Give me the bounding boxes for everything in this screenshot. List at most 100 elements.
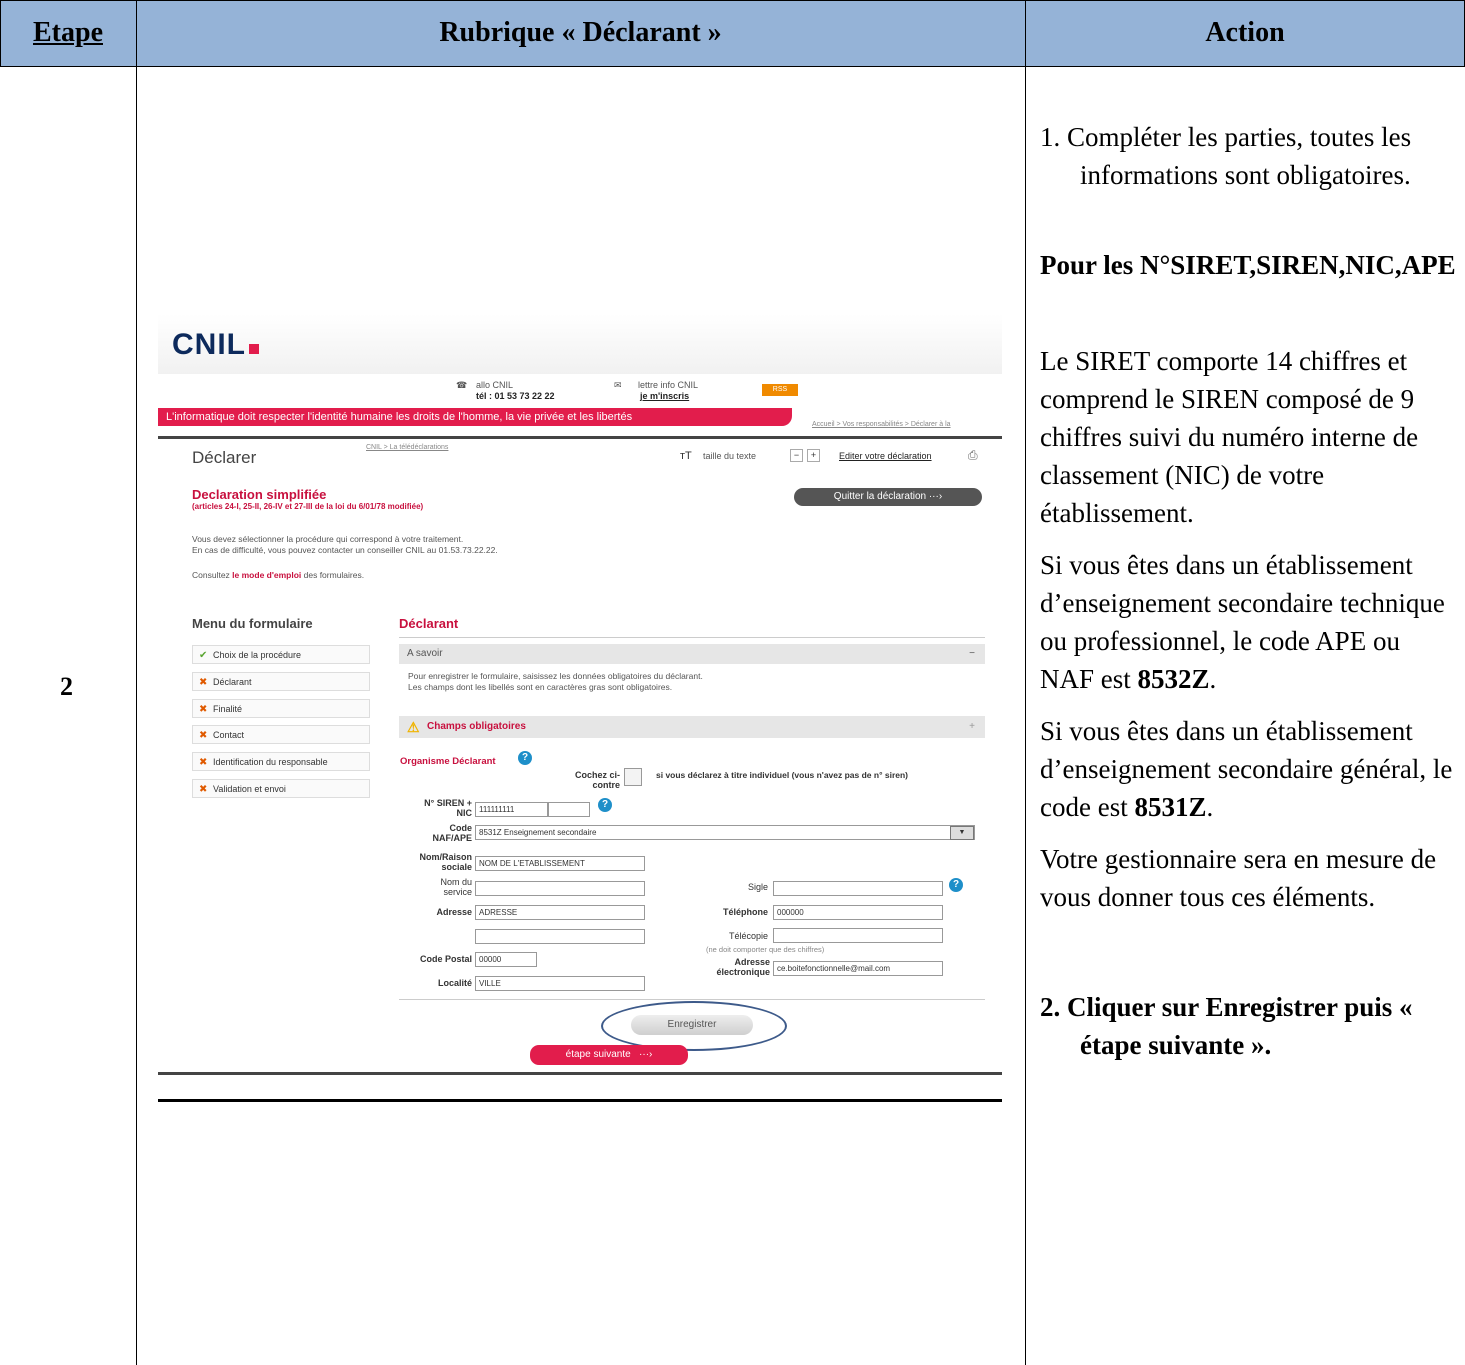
section-title: Déclarant	[399, 616, 459, 631]
siren-input[interactable]: 111111111	[475, 802, 548, 817]
champs-obligatoires-bar[interactable]: ⚠ Champs obligatoires +	[399, 716, 985, 738]
adresse-label: Adresse	[436, 907, 472, 917]
col-divider-1	[136, 0, 137, 1365]
chevron-down-icon[interactable]: ▼	[950, 826, 974, 840]
print-icon[interactable]: ⎙	[968, 448, 978, 463]
action-general-paragraph: Si vous êtes dans un établissement d’ens…	[1040, 716, 1453, 822]
help-icon[interactable]: ?	[518, 751, 532, 765]
info-line-1: Pour enregistrer le formulaire, saisisse…	[408, 671, 703, 681]
a-savoir-bar[interactable]: A savoir −	[399, 644, 985, 664]
table-top-border	[0, 0, 1465, 1]
ville-input[interactable]: VILLE	[475, 976, 645, 991]
text-size-label: taille du texte	[703, 451, 757, 461]
email-input[interactable]: ce.boitefonctionnelle@mail.com	[773, 961, 943, 976]
cp-label: Code Postal	[419, 954, 472, 964]
sigle-input[interactable]	[773, 881, 943, 896]
text-size-icon: ᴛT	[680, 450, 692, 462]
fax-input[interactable]	[773, 928, 943, 943]
sigle-label: Sigle	[747, 882, 768, 892]
nom-input[interactable]: NOM DE L'ETABLISSEMENT	[475, 856, 645, 871]
section-divider	[399, 637, 985, 638]
save-button[interactable]: Enregistrer	[631, 1015, 753, 1035]
warning-icon: ⚠	[407, 719, 420, 735]
rss-icon[interactable]: RSS	[762, 384, 798, 396]
table-left-border	[0, 0, 1, 66]
bottom-divider	[158, 1072, 1002, 1075]
intro-line-1: Vous devez sélectionner la procédure qui…	[192, 534, 464, 544]
adresse-line2-input[interactable]	[475, 929, 645, 944]
cnil-logo: CNIL	[172, 328, 259, 362]
menu-item-contact[interactable]: ✖ Contact	[192, 725, 370, 744]
consult-line: Consultez le mode d'emploi des formulair…	[192, 570, 365, 580]
check-icon: ✔	[199, 650, 208, 661]
step-number: 2	[60, 672, 73, 701]
cross-icon: ✖	[199, 757, 208, 768]
quit-declaration-button[interactable]: Quitter la déclaration ···›	[794, 488, 982, 506]
nom-label: Nom/Raison sociale	[419, 852, 472, 872]
declaration-title: Declaration simplifiée	[192, 487, 327, 502]
siren-label: N° SIREN + NIC	[424, 798, 472, 818]
declaration-subtitle: (articles 24-I, 25-II, 26-IV et 27-III d…	[192, 502, 424, 511]
page-title: Déclarer	[192, 448, 257, 467]
breadcrumb[interactable]: CNIL > La télédéclarations	[366, 444, 448, 451]
text-decrease-button[interactable]: −	[790, 449, 803, 462]
screenshot-bottom-rule	[158, 1099, 1002, 1102]
user-guide-link[interactable]: le mode d'emploi	[232, 570, 301, 580]
document: Etape Rubrique « Déclarant » Action 2 1.…	[0, 0, 1465, 1365]
table-header-border	[0, 66, 1465, 67]
top-divider	[158, 436, 1002, 439]
intro-line-2: En cas de difficulté, vous pouvez contac…	[192, 545, 498, 555]
menu-item-declarant[interactable]: ✖ Déclarant	[192, 672, 370, 691]
cochez-label: Cochez ci-contre	[574, 770, 620, 790]
individual-checkbox[interactable]	[624, 768, 642, 786]
cross-icon: ✖	[199, 730, 208, 741]
menu-title: Menu du formulaire	[192, 616, 313, 631]
help-icon[interactable]: ?	[949, 878, 963, 892]
email-label: Adresse électronique	[716, 957, 770, 977]
fax-note: (ne doit comporter que des chiffres)	[706, 945, 825, 954]
action-item-1: 1. Compléter les parties, toutes les inf…	[1040, 122, 1412, 190]
action-item-2: 2. Cliquer sur Enregistrer puis « étape …	[1040, 992, 1413, 1060]
form-divider	[399, 999, 985, 1000]
edit-declaration-link[interactable]: Editer votre déclaration	[839, 451, 932, 461]
expand-icon: +	[969, 721, 975, 732]
cnil-screenshot: CNIL ☎ allo CNIL tél : 01 53 73 22 22 ✉ …	[158, 314, 1002, 1084]
cross-icon: ✖	[199, 784, 208, 795]
screenshot-header-bg	[158, 314, 1002, 374]
action-pour-les: Pour les N°SIRET,SIREN,NIC,APE	[1040, 250, 1456, 280]
allo-label: allo CNIL	[476, 380, 514, 390]
top-breadcrumb[interactable]: Accueil > Vos responsabilités > Déclarer…	[812, 421, 951, 428]
cnil-banner: L'informatique doit respecter l'identité…	[158, 408, 792, 426]
ville-label: Localité	[437, 978, 472, 988]
adresse-input[interactable]: ADRESSE	[475, 905, 645, 920]
telephone-input[interactable]: 000000	[773, 905, 943, 920]
action-gestionnaire-paragraph: Votre gestionnaire sera en mesure de vou…	[1040, 844, 1437, 912]
menu-item-choix[interactable]: ✔ Choix de la procédure	[192, 645, 370, 664]
col-divider-2	[1025, 0, 1026, 1365]
cross-icon: ✖	[199, 677, 208, 688]
menu-item-identification[interactable]: ✖ Identification du responsable	[192, 752, 370, 771]
newsletter-link[interactable]: je m'inscris	[640, 391, 689, 401]
individual-label: si vous déclarez à titre individuel (vou…	[656, 770, 908, 780]
action-siret-paragraph: Le SIRET comporte 14 chiffres et compren…	[1040, 346, 1419, 528]
info-line-2: Les champs dont les libellés sont en car…	[408, 682, 673, 692]
collapse-icon: −	[969, 648, 975, 659]
mail-icon: ✉	[614, 380, 622, 390]
cp-input[interactable]: 00000	[475, 952, 537, 967]
telephone-label: Téléphone	[722, 907, 768, 917]
menu-item-validation[interactable]: ✖ Validation et envoi	[192, 779, 370, 798]
cross-icon: ✖	[199, 704, 208, 715]
service-input[interactable]	[475, 881, 645, 896]
text-increase-button[interactable]: +	[807, 449, 820, 462]
organisme-title: Organisme Déclarant	[400, 756, 496, 767]
nic-input[interactable]	[548, 802, 590, 817]
naf-select[interactable]: 8531Z Enseignement secondaire	[475, 825, 975, 840]
phone-icon: ☎	[456, 380, 468, 390]
menu-item-finalite[interactable]: ✖ Finalité	[192, 699, 370, 718]
help-icon[interactable]: ?	[598, 798, 612, 812]
newsletter-label: lettre info CNIL	[638, 380, 699, 390]
fax-label: Télécopie	[728, 931, 768, 941]
allo-phone: tél : 01 53 73 22 22	[476, 391, 555, 401]
service-label: Nom du service	[440, 877, 472, 897]
next-step-button[interactable]: étape suivante ···›	[530, 1045, 688, 1065]
